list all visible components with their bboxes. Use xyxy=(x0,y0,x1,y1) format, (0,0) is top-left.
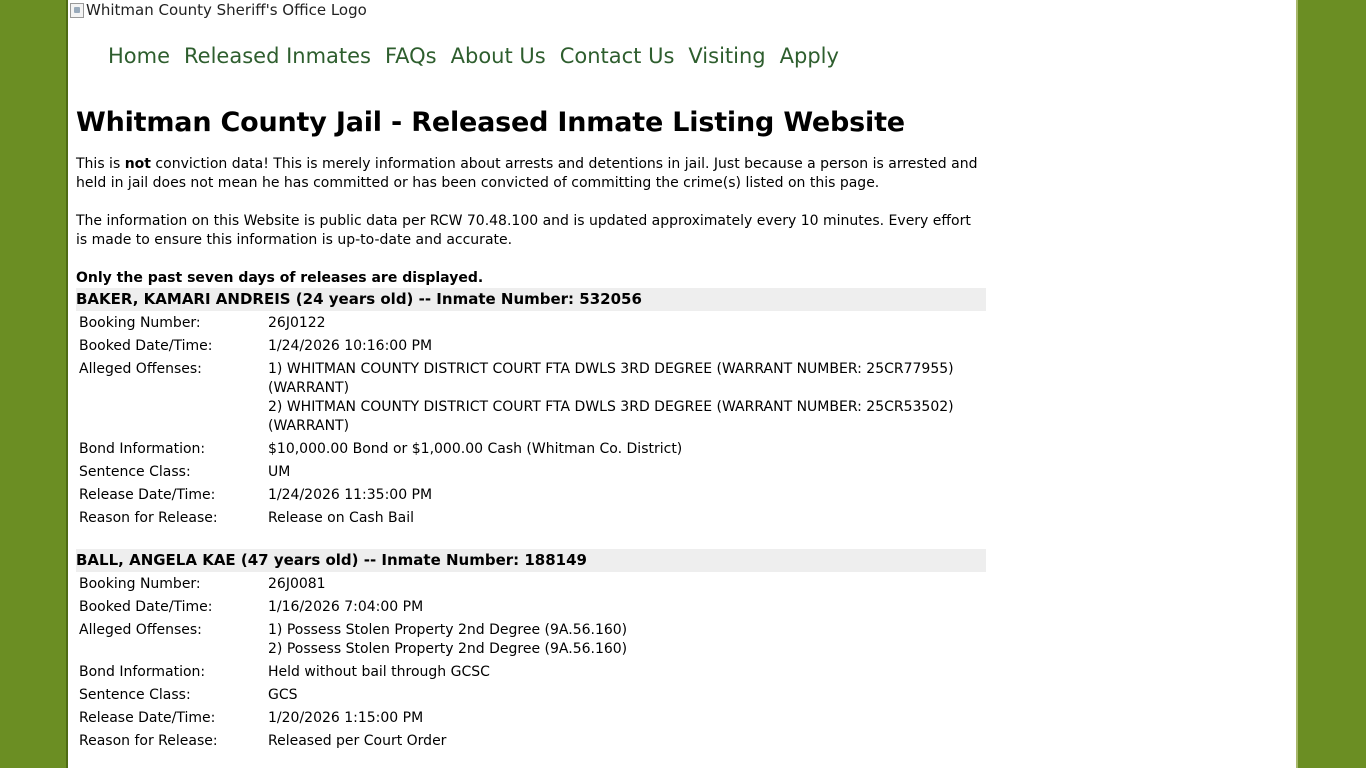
detail-row-booking: Booking Number: 26J0081 xyxy=(76,573,630,596)
disclaimer-emphasis: not xyxy=(124,156,151,172)
inmate-list: BAKER, KAMARI ANDREIS (24 years old) -- … xyxy=(76,288,986,753)
page-container: Whitman County Sheriff's Office Logo Hom… xyxy=(66,0,1298,768)
detail-value: 1/24/2026 11:35:00 PM xyxy=(268,487,433,503)
detail-label: Alleged Offenses: xyxy=(79,622,202,638)
inmate-record: BAKER, KAMARI ANDREIS (24 years old) -- … xyxy=(76,288,986,530)
nav-apply-link[interactable]: Apply xyxy=(780,44,839,68)
nav-released-inmates-link[interactable]: Released Inmates xyxy=(184,44,371,68)
sheriff-logo[interactable]: Whitman County Sheriff's Office Logo xyxy=(70,1,367,19)
inmate-details-table: Booking Number: 26J0122 Booked Date/Time: 1… xyxy=(76,312,986,530)
detail-row-booking: Booking Number: 26J0122 xyxy=(76,312,986,335)
detail-value: 1/24/2026 10:16:00 PM xyxy=(268,338,433,354)
inmate-details-table: Booking Number: 26J0081 Booked Date/Time: 1… xyxy=(76,573,630,753)
disclaimer-pre: This is xyxy=(76,156,125,172)
detail-value: UM xyxy=(268,464,291,480)
info-paragraph: The information on this Website is publi… xyxy=(76,213,971,248)
detail-label: Bond Information: xyxy=(79,664,206,680)
detail-value: 1) Possess Stolen Property 2nd Degree (9… xyxy=(265,619,630,661)
detail-value: 1) WHITMAN COUNTY DISTRICT COURT FTA DWL… xyxy=(265,358,986,438)
offense-item: 2) WHITMAN COUNTY DISTRICT COURT FTA DWL… xyxy=(268,399,954,434)
main-nav: Home Released Inmates FAQs About Us Cont… xyxy=(108,44,839,68)
detail-label: Booked Date/Time: xyxy=(79,599,213,615)
page-title: Whitman County Jail - Released Inmate Li… xyxy=(76,107,905,138)
detail-value: Released per Court Order xyxy=(268,733,447,749)
main-content: Whitman County Jail - Released Inmate Li… xyxy=(76,103,986,768)
detail-value: 1/16/2026 7:04:00 PM xyxy=(268,599,424,615)
detail-label: Alleged Offenses: xyxy=(79,361,202,377)
nav-faqs-link[interactable]: FAQs xyxy=(385,44,437,68)
detail-value: Release on Cash Bail xyxy=(268,510,414,526)
detail-value: Held without bail through GCSC xyxy=(268,664,490,680)
detail-row-booked: Booked Date/Time: 1/24/2026 10:16:00 PM xyxy=(76,335,986,358)
offense-item: 1) WHITMAN COUNTY DISTRICT COURT FTA DWL… xyxy=(268,361,954,396)
detail-label: Sentence Class: xyxy=(79,687,191,703)
detail-label: Bond Information: xyxy=(79,441,206,457)
detail-label: Release Date/Time: xyxy=(79,710,216,726)
detail-label: Release Date/Time: xyxy=(79,487,216,503)
inmate-header: BALL, ANGELA KAE (47 years old) -- Inmat… xyxy=(76,549,986,572)
detail-row-release: Release Date/Time: 1/20/2026 1:15:00 PM xyxy=(76,707,630,730)
detail-label: Reason for Release: xyxy=(79,733,218,749)
release-window-notice: Only the past seven days of releases are… xyxy=(76,270,484,286)
detail-label: Booking Number: xyxy=(79,576,201,592)
broken-image-icon xyxy=(70,2,84,18)
detail-label: Booked Date/Time: xyxy=(79,338,213,354)
offense-item: 1) Possess Stolen Property 2nd Degree (9… xyxy=(268,622,628,638)
detail-row-offenses: Alleged Offenses: 1) WHITMAN COUNTY DISTR… xyxy=(76,358,986,438)
nav-home-link[interactable]: Home xyxy=(108,44,170,68)
detail-value: 1/20/2026 1:15:00 PM xyxy=(268,710,424,726)
detail-value: $10,000.00 Bond or $1,000.00 Cash (Whitm… xyxy=(268,441,683,457)
nav-contact-us-link[interactable]: Contact Us xyxy=(560,44,675,68)
inmate-header: BAKER, KAMARI ANDREIS (24 years old) -- … xyxy=(76,288,986,311)
detail-row-booked: Booked Date/Time: 1/16/2026 7:04:00 PM xyxy=(76,596,630,619)
detail-row-offenses: Alleged Offenses: 1) Possess Stolen Prope… xyxy=(76,619,630,661)
detail-row-bond: Bond Information: Held without bail throu… xyxy=(76,661,630,684)
disclaimer-post: conviction data! This is merely informat… xyxy=(76,156,978,191)
logo-alt-text: Whitman County Sheriff's Office Logo xyxy=(86,1,367,19)
detail-label: Sentence Class: xyxy=(79,464,191,480)
nav-about-us-link[interactable]: About Us xyxy=(451,44,546,68)
nav-visiting-link[interactable]: Visiting xyxy=(688,44,765,68)
detail-label: Booking Number: xyxy=(79,315,201,331)
detail-row-release: Release Date/Time: 1/24/2026 11:35:00 PM xyxy=(76,484,986,507)
detail-row-sentence: Sentence Class: UM xyxy=(76,461,986,484)
detail-row-reason: Reason for Release: Release on Cash Bail xyxy=(76,507,986,530)
disclaimer-paragraph: This is not conviction data! This is mer… xyxy=(76,155,986,193)
detail-value: 26J0122 xyxy=(268,315,326,331)
detail-row-bond: Bond Information: $10,000.00 Bond or $1,0… xyxy=(76,438,986,461)
detail-label: Reason for Release: xyxy=(79,510,218,526)
detail-value: GCS xyxy=(268,687,298,703)
offense-item: 2) Possess Stolen Property 2nd Degree (9… xyxy=(268,641,628,657)
detail-row-sentence: Sentence Class: GCS xyxy=(76,684,630,707)
detail-value: 26J0081 xyxy=(268,576,326,592)
detail-row-reason: Reason for Release: Released per Court Or… xyxy=(76,730,630,753)
inmate-record: BALL, ANGELA KAE (47 years old) -- Inmat… xyxy=(76,549,986,753)
